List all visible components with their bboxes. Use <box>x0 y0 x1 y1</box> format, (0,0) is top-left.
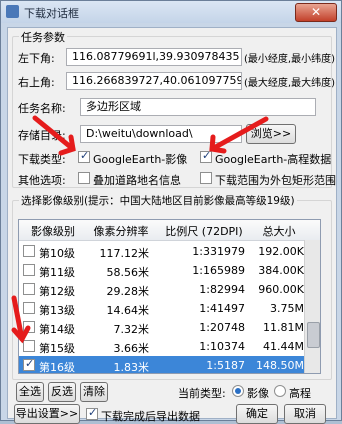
level-size: 11.81M <box>263 321 304 334</box>
level-size: 41.44M <box>263 340 304 353</box>
levels-table: 影像级别 像素分辨率 比例尺 (72DPI) 总大小 第10级 117.12米 1:… <box>18 219 321 374</box>
top-right-hint: (最大经度,最大纬度) <box>244 78 335 89</box>
radio-imagery-label: 影像 <box>247 387 269 400</box>
task-params-label: 任务参数 <box>19 29 67 45</box>
download-type-label: 下载类型: <box>18 153 66 166</box>
level-res: 3.66米 <box>113 342 150 355</box>
title-bar: 下载对话框 ✕ <box>1 1 341 23</box>
bottom-left-field[interactable]: 116.08779691l,39.930978435 <box>66 48 242 66</box>
browse-button[interactable]: 浏览>> <box>246 124 296 144</box>
level-scale: 1:20748 <box>199 321 245 334</box>
level-scale: 1:82994 <box>199 283 245 296</box>
level-res: 29.28米 <box>106 285 150 298</box>
roads-option-label: 叠加道路地名信息 <box>93 174 181 187</box>
level-checkbox[interactable] <box>23 321 35 333</box>
level-size: 384.00K <box>258 264 304 277</box>
levels-group-label: 选择影像级别(提示：中国大陆地区目前影像最高等级19级) <box>19 193 297 208</box>
level-scale: 1:331979 <box>192 245 245 258</box>
imagery-option-label: GoogleEarth-影像 <box>93 153 188 166</box>
table-row[interactable]: 第15级 3.66米 1:10374 41.44M <box>19 337 320 356</box>
cancel-button[interactable]: 取消 <box>284 404 326 424</box>
top-right-field[interactable]: 116.266839727,40.061097759 <box>66 72 242 90</box>
bbox-option-label: 下载范围为外包矩形范围 <box>215 174 336 187</box>
level-res: 58.56米 <box>106 266 150 279</box>
level-name: 第11级 <box>39 266 75 279</box>
radio-imagery[interactable] <box>232 385 244 397</box>
level-res: 117.12米 <box>99 247 150 260</box>
level-res: 7.32米 <box>113 323 150 336</box>
level-scale: 1:5187 <box>206 359 245 372</box>
app-icon <box>6 5 19 18</box>
level-size: 960.00K <box>258 283 304 296</box>
level-size: 3.75M <box>270 302 304 315</box>
top-right-label: 右上角: <box>18 76 55 89</box>
levels-table-header: 影像级别 像素分辨率 比例尺 (72DPI) 总大小 <box>19 220 320 241</box>
roads-checkbox[interactable] <box>78 172 90 184</box>
level-res: 14.64米 <box>106 304 150 317</box>
level-scale: 1:165989 <box>192 264 245 277</box>
window-title: 下载对话框 <box>24 7 79 20</box>
bottom-left-hint: (最小经度,最小纬度) <box>244 54 335 65</box>
task-name-label: 任务名称: <box>18 102 66 115</box>
level-scale: 1:41497 <box>199 302 245 315</box>
levels-scrollbar[interactable] <box>304 240 320 373</box>
select-all-button[interactable]: 全选 <box>16 382 44 402</box>
elevation-checkbox[interactable] <box>200 149 212 163</box>
storage-dir-label: 存储目录: <box>18 129 66 142</box>
other-options-label: 其他选项: <box>18 174 66 187</box>
level-name: 第15级 <box>39 342 75 355</box>
current-type-label: 当前类型: <box>178 387 226 400</box>
level-checkbox[interactable] <box>23 245 35 257</box>
column-header-size[interactable]: 总大小 <box>251 223 307 239</box>
level-checkbox[interactable] <box>23 302 35 314</box>
bbox-checkbox[interactable] <box>200 172 212 184</box>
table-row[interactable]: 第13级 14.64米 1:41497 3.75M <box>19 299 320 318</box>
level-size: 192.00K <box>258 245 304 258</box>
table-row[interactable]: 第11级 58.56米 1:165989 384.00K <box>19 261 320 280</box>
column-header-level[interactable]: 影像级别 <box>23 223 83 239</box>
level-checkbox[interactable] <box>23 283 35 295</box>
table-row[interactable]: 第14级 7.32米 1:20748 11.81M <box>19 318 320 337</box>
clear-button[interactable]: 清除 <box>80 382 108 402</box>
scrollbar-thumb[interactable] <box>307 322 320 348</box>
close-button[interactable]: ✕ <box>295 3 337 22</box>
level-checkbox[interactable] <box>23 357 35 371</box>
level-res: 1.83米 <box>113 361 150 374</box>
level-checkbox[interactable] <box>23 264 35 276</box>
dialog-body: 任务参数 左下角: 116.08779691l,39.930978435 (最小… <box>7 27 337 424</box>
radio-elevation[interactable] <box>274 385 286 397</box>
level-name: 第13级 <box>39 304 75 317</box>
table-row[interactable]: 第16级 1.83米 1:5187 148.50M <box>19 356 320 374</box>
elevation-option-label: GoogleEarth-高程数据 <box>215 153 332 166</box>
imagery-checkbox[interactable] <box>78 149 90 163</box>
level-name: 第16级 <box>39 361 75 374</box>
storage-dir-field[interactable]: D:\weitu\download\ <box>80 125 242 143</box>
level-name: 第12级 <box>39 285 75 298</box>
level-checkbox[interactable] <box>23 340 35 352</box>
level-scale: 1:10374 <box>199 340 245 353</box>
column-header-resolution[interactable]: 像素分辨率 <box>85 223 157 239</box>
export-after-checkbox[interactable] <box>86 406 98 420</box>
task-name-field[interactable]: 多边形区域 <box>80 98 316 116</box>
table-row[interactable]: 第12级 29.28米 1:82994 960.00K <box>19 280 320 299</box>
column-header-scale[interactable]: 比例尺 (72DPI) <box>159 223 249 239</box>
export-after-label: 下载完成后导出数据 <box>101 410 200 423</box>
invert-selection-button[interactable]: 反选 <box>48 382 76 402</box>
export-settings-button[interactable]: 导出设置>> <box>14 404 80 424</box>
table-row[interactable]: 第10级 117.12米 1:331979 192.00K <box>19 242 320 261</box>
download-dialog: 下载对话框 ✕ 任务参数 左下角: 116.08779691l,39.93097… <box>0 0 342 424</box>
radio-elevation-label: 高程 <box>289 387 311 400</box>
level-size: 148.50M <box>256 359 304 372</box>
level-name: 第10级 <box>39 247 75 260</box>
bottom-left-label: 左下角: <box>18 52 55 65</box>
level-name: 第14级 <box>39 323 75 336</box>
ok-button[interactable]: 确定 <box>236 404 278 424</box>
